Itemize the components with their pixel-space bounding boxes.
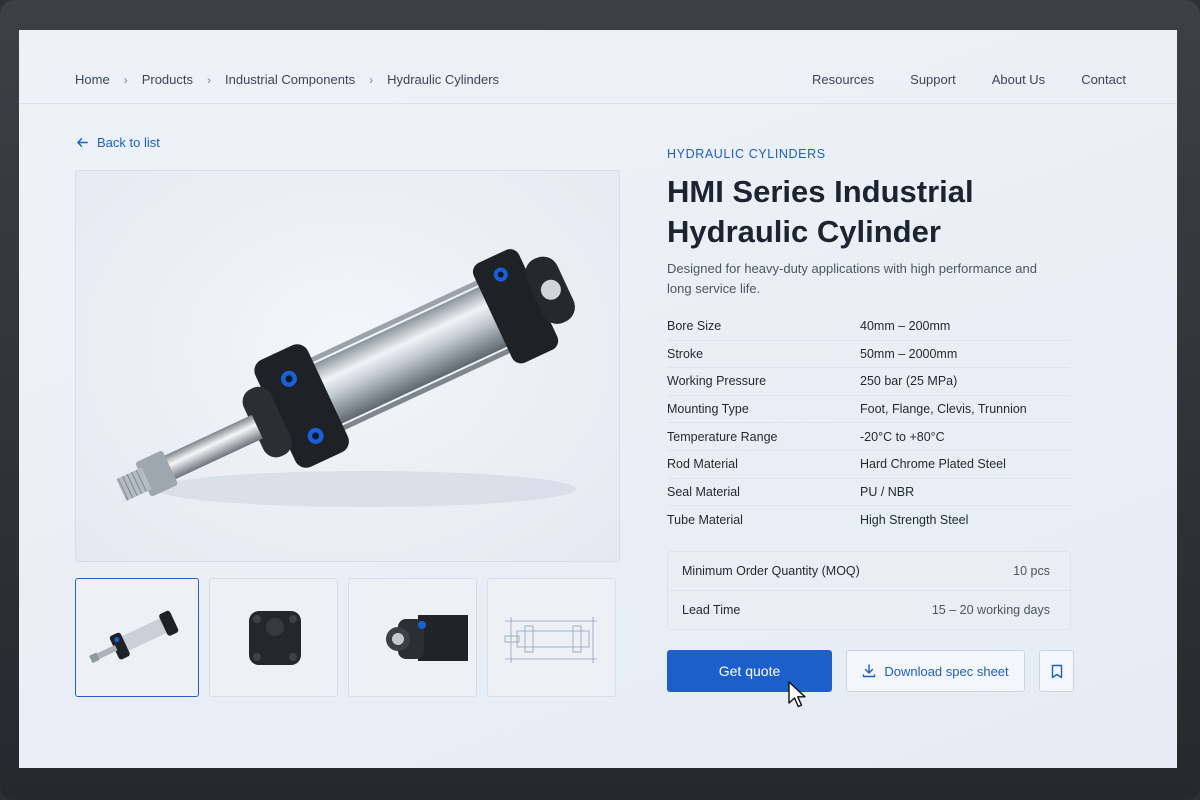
end-cap-thumbnail-image <box>248 610 301 665</box>
back-to-list-link[interactable]: Back to list <box>76 135 160 150</box>
thumbnail-1[interactable] <box>75 578 199 697</box>
browser-viewport: Home › Products › Industrial Components … <box>19 30 1177 768</box>
thumbnail-3[interactable] <box>348 578 477 697</box>
spec-value: High Strength Steel <box>860 512 969 527</box>
nav-support[interactable]: Support <box>910 72 956 87</box>
get-quote-button[interactable]: Get quote <box>667 650 832 692</box>
download-spec-sheet-button[interactable]: Download spec sheet <box>846 650 1025 692</box>
spec-label: Seal Material <box>667 484 740 499</box>
download-spec-sheet-label: Download spec sheet <box>884 663 1009 679</box>
nav-resources[interactable]: Resources <box>812 72 874 87</box>
table-row: Seal Material PU / NBR <box>667 479 1070 507</box>
spec-label: Temperature Range <box>667 429 778 444</box>
moq-row: Minimum Order Quantity (MOQ) 10 pcs <box>668 552 1070 590</box>
bookmark-button[interactable] <box>1039 650 1074 692</box>
moq-value: 10 pcs <box>1013 564 1050 578</box>
table-row: Tube Material High Strength Steel <box>667 506 1070 534</box>
spec-value: 50mm – 2000mm <box>860 346 958 361</box>
product-description: Designed for heavy-duty applications wit… <box>667 261 1037 296</box>
table-row: Mounting Type Foot, Flange, Clevis, Trun… <box>667 396 1070 424</box>
breadcrumb-products[interactable]: Products <box>142 72 193 87</box>
spec-value: -20°C to +80°C <box>860 429 945 444</box>
thumbnail-2[interactable] <box>209 578 338 697</box>
spec-label: Bore Size <box>667 319 722 334</box>
nav-about-us[interactable]: About Us <box>992 72 1045 87</box>
spec-value: 250 bar (25 MPa) <box>860 374 958 389</box>
breadcrumb-industrial-components[interactable]: Industrial Components <box>225 72 355 87</box>
bookmark-icon <box>1051 664 1062 678</box>
spec-label: Rod Material <box>667 457 738 472</box>
top-navigation-bar: Home › Products › Industrial Components … <box>19 30 1177 104</box>
spec-table: Bore Size 40mm – 200mm Stroke 50mm – 200… <box>667 313 1070 534</box>
hydraulic-cylinder-image <box>116 249 576 507</box>
chevron-right-icon: › <box>207 72 211 87</box>
main-nav: Resources Support About Us Contact <box>812 72 1126 87</box>
table-row: Bore Size 40mm – 200mm <box>667 313 1070 341</box>
chevron-right-icon: › <box>369 72 374 87</box>
thumbnail-gallery <box>75 578 616 697</box>
main-product-image <box>75 170 620 562</box>
spec-value: Hard Chrome Plated Steel <box>860 457 1006 472</box>
table-row: Working Pressure 250 bar (25 MPa) <box>667 368 1070 396</box>
download-icon <box>863 664 876 678</box>
nav-contact[interactable]: Contact <box>1081 72 1126 87</box>
spec-value: Foot, Flange, Clevis, Trunnion <box>860 402 1027 417</box>
cylinder-thumbnail-image <box>89 610 179 663</box>
page-title: HMI Series Industrial Hydraulic Cylinder <box>667 174 974 249</box>
arrow-left-icon <box>77 138 88 147</box>
technical-drawing-thumbnail-image <box>504 616 597 663</box>
table-row: Rod Material Hard Chrome Plated Steel <box>667 451 1070 479</box>
product-category: HYDRAULIC CYLINDERS <box>667 147 826 161</box>
spec-value: 40mm – 200mm <box>860 319 951 334</box>
spec-value: PU / NBR <box>860 484 915 499</box>
action-buttons: Get quote Download spec sheet <box>667 650 1074 692</box>
spec-label: Tube Material <box>667 512 743 527</box>
breadcrumb-home[interactable]: Home <box>75 72 110 87</box>
table-row: Stroke 50mm – 2000mm <box>667 341 1070 369</box>
rod-end-thumbnail-image <box>385 614 468 661</box>
table-row: Temperature Range -20°C to +80°C <box>667 423 1070 451</box>
thumbnail-4[interactable] <box>487 578 616 697</box>
breadcrumb-hydraulic-cylinders[interactable]: Hydraulic Cylinders <box>387 72 499 87</box>
back-to-list-label: Back to list <box>97 135 160 150</box>
breadcrumb: Home › Products › Industrial Components … <box>75 72 499 87</box>
mouse-pointer-icon <box>788 681 806 708</box>
lead-time-row: Lead Time 15 – 20 working days <box>668 590 1070 628</box>
chevron-right-icon: › <box>123 72 128 87</box>
spec-label: Mounting Type <box>667 402 749 417</box>
lead-time-label: Lead Time <box>682 602 741 617</box>
order-info-box: Minimum Order Quantity (MOQ) 10 pcs Lead… <box>667 551 1071 630</box>
moq-label: Minimum Order Quantity (MOQ) <box>682 564 860 578</box>
lead-time-value: 15 – 20 working days <box>931 602 1050 617</box>
spec-label: Working Pressure <box>667 374 767 389</box>
spec-label: Stroke <box>667 346 704 361</box>
